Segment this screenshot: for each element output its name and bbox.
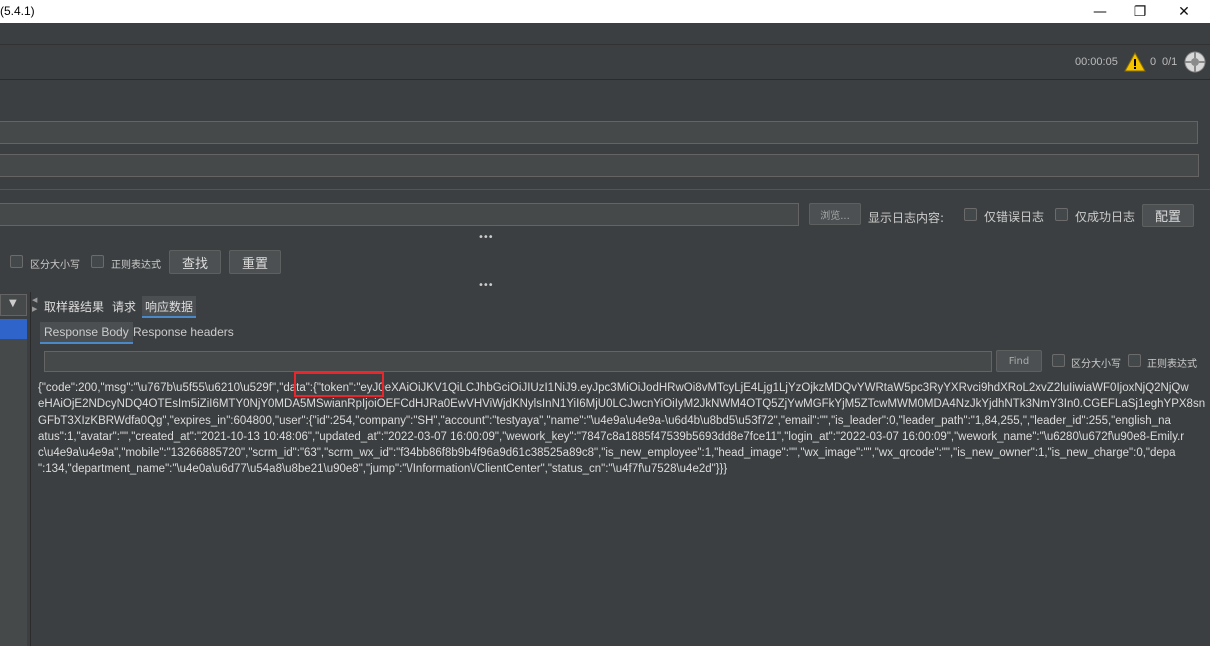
response-line: eHAiOjE2NDcyNDQ4OTEsIm5iZiI6MTY0NjY0MDA5… bbox=[38, 398, 1206, 411]
response-line: ":134,"department_name":"\u4e0a\u6d77\u5… bbox=[38, 463, 728, 476]
globe-icon[interactable] bbox=[1184, 51, 1206, 73]
tab-sampler-result[interactable]: 取样器结果 bbox=[44, 296, 104, 318]
errors-only-label: 仅错误日志 bbox=[984, 210, 1045, 224]
response-body[interactable]: {"code":200,"msg":"\u767b\u5f55\u6210\u5… bbox=[38, 380, 1210, 646]
split-arrows-icon[interactable]: ◀ ▶ bbox=[32, 296, 37, 314]
filename-field[interactable] bbox=[0, 203, 799, 226]
response-line: c\u4e9a\u4e9a","mobile":"13266885720","s… bbox=[38, 447, 1176, 460]
window-title: (5.4.1) bbox=[0, 4, 35, 18]
response-case-label: 区分大小写 bbox=[1071, 359, 1121, 370]
name-field[interactable] bbox=[0, 121, 1198, 144]
log-display-label: 显示日志内容: bbox=[868, 211, 945, 225]
section-divider bbox=[0, 189, 1210, 190]
response-line: atus":1,"avatar":"","created_at":"2021-1… bbox=[38, 430, 1185, 443]
success-only-label: 仅成功日志 bbox=[1075, 210, 1136, 224]
tab-response-body[interactable]: Response Body bbox=[40, 322, 133, 344]
token-highlight-box bbox=[294, 372, 384, 397]
selected-sample-row[interactable] bbox=[0, 319, 27, 339]
response-regex-label: 正则表达式 bbox=[1147, 359, 1197, 370]
error-count: 0 bbox=[1150, 56, 1157, 68]
response-case-checkbox[interactable] bbox=[1052, 354, 1065, 367]
case-sensitive-checkbox[interactable] bbox=[10, 255, 23, 268]
case-sensitive-label: 区分大小写 bbox=[30, 260, 80, 271]
chevron-down-icon: ▼ bbox=[9, 298, 17, 309]
minimize-button[interactable]: — bbox=[1078, 0, 1122, 23]
reset-button[interactable]: 重置 bbox=[229, 250, 281, 274]
configure-button[interactable]: 配置 bbox=[1142, 204, 1194, 227]
warning-triangle-icon[interactable] bbox=[1124, 52, 1146, 72]
response-find-button[interactable]: Find bbox=[996, 350, 1042, 372]
window-title-bar: (5.4.1) — ❐ ✕ bbox=[0, 0, 1210, 23]
response-search-input[interactable] bbox=[44, 351, 992, 372]
elapsed-time: 00:00:05 bbox=[1075, 56, 1118, 68]
response-line: GFbT3XIzKBRWdfa0Qg","expires_in":604800,… bbox=[38, 414, 1171, 427]
menu-bar bbox=[0, 23, 1210, 45]
response-line: {"code":200,"msg":"\u767b\u5f55\u6210\u5… bbox=[38, 382, 1189, 394]
thread-count: 0/1 bbox=[1162, 56, 1178, 68]
renderer-select[interactable]: ▼ bbox=[0, 294, 27, 316]
errors-only-checkbox[interactable] bbox=[964, 208, 977, 221]
splitter-handle[interactable]: ••• bbox=[478, 232, 494, 243]
sample-list[interactable] bbox=[0, 339, 27, 646]
close-button[interactable]: ✕ bbox=[1162, 0, 1206, 23]
tab-response-data[interactable]: 响应数据 bbox=[142, 296, 197, 318]
tab-request[interactable]: 请求 bbox=[112, 296, 136, 318]
regex-checkbox[interactable] bbox=[91, 255, 104, 268]
toolbar bbox=[0, 45, 1210, 80]
success-only-checkbox[interactable] bbox=[1055, 208, 1068, 221]
tab-response-headers[interactable]: Response headers bbox=[129, 322, 238, 344]
regex-label: 正则表达式 bbox=[111, 260, 161, 271]
comments-field[interactable] bbox=[0, 154, 1199, 177]
browse-button[interactable]: 浏览... bbox=[809, 203, 861, 225]
response-regex-checkbox[interactable] bbox=[1128, 354, 1141, 367]
maximize-button[interactable]: ❐ bbox=[1118, 0, 1162, 23]
splitter-handle-2[interactable]: ••• bbox=[478, 280, 494, 291]
find-button[interactable]: 查找 bbox=[169, 250, 221, 274]
